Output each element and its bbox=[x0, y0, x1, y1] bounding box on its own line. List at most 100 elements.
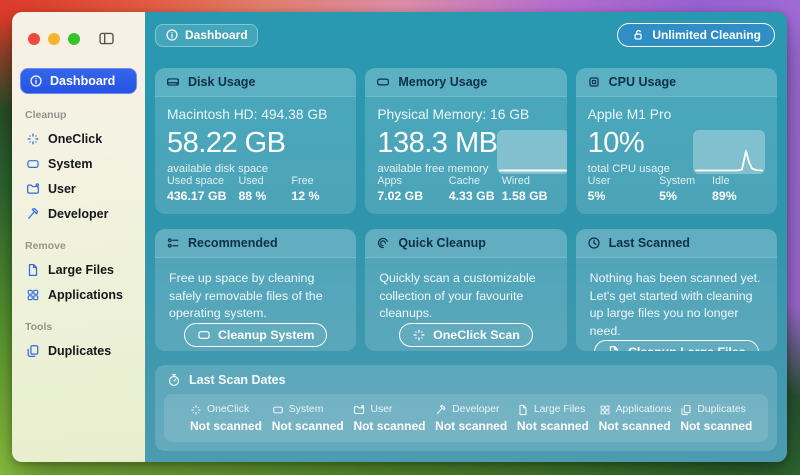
scan-item-applications: Applications Not scanned bbox=[599, 404, 681, 433]
scan-status: Not scanned bbox=[598, 418, 671, 433]
sparkle-icon bbox=[26, 132, 40, 146]
page-title-badge: Dashboard bbox=[155, 23, 258, 47]
close-window-button[interactable] bbox=[28, 32, 40, 45]
memory-icon bbox=[376, 75, 390, 89]
cpu-caption: total CPU usage bbox=[587, 162, 670, 175]
sidebar-nav: Dashboard Cleanup OneClick System User D… bbox=[12, 47, 145, 362]
sidebar-item-label: Large Files bbox=[48, 263, 114, 277]
sparkle-icon bbox=[412, 328, 426, 342]
sidebar-section-tools: Tools bbox=[25, 321, 53, 333]
cleanup-large-files-button[interactable]: Cleanup Large Files bbox=[593, 340, 759, 351]
memory-stat: Cache 4.33 GB bbox=[448, 175, 495, 203]
sidebar-section-remove: Remove bbox=[25, 240, 66, 252]
app-window: Dashboard Cleanup OneClick System User D… bbox=[12, 12, 787, 462]
sidebar-item-applications[interactable]: Applications bbox=[20, 284, 137, 306]
info-icon bbox=[165, 28, 179, 42]
unlimited-cleaning-button[interactable]: Unlimited Cleaning bbox=[617, 23, 775, 47]
cpu-graph bbox=[692, 130, 765, 174]
scan-item-oneclick: OneClick Not scanned bbox=[190, 404, 272, 433]
unlimited-cleaning-label: Unlimited Cleaning bbox=[652, 28, 761, 42]
sidebar-toggle-icon[interactable] bbox=[98, 30, 115, 47]
card-title: Recommended bbox=[188, 236, 278, 250]
cpu-usage-card: CPU Usage Apple M1 Pro 10% total CPU usa… bbox=[575, 68, 777, 214]
cpu-subtitle: Apple M1 Pro bbox=[587, 107, 672, 122]
scan-item-duplicates: Duplicates Not scanned bbox=[680, 404, 762, 433]
cpu-stat: System 5% bbox=[659, 175, 696, 203]
lock-open-icon bbox=[631, 28, 645, 42]
cleanup-system-button[interactable]: Cleanup System bbox=[183, 322, 328, 347]
clock-icon bbox=[587, 236, 601, 250]
app-grid-icon bbox=[26, 288, 40, 302]
sidebar-item-user[interactable]: User bbox=[20, 178, 137, 200]
swirl-icon bbox=[376, 236, 390, 250]
scan-status: Not scanned bbox=[435, 418, 508, 433]
sidebar-item-label: Duplicates bbox=[48, 344, 112, 358]
duplicates-icon bbox=[680, 404, 692, 416]
cpu-stat: Idle 89% bbox=[712, 175, 737, 203]
memory-usage-card: Memory Usage Physical Memory: 16 GB 138.… bbox=[365, 68, 567, 214]
disk-caption: available disk space bbox=[167, 162, 269, 175]
scan-status: Not scanned bbox=[680, 418, 753, 433]
main-content: Dashboard Unlimited Cleaning Disk Usage … bbox=[145, 12, 787, 462]
window-titlebar bbox=[12, 26, 145, 47]
file-icon bbox=[26, 263, 40, 277]
quick-cleanup-card: Quick Cleanup Quickly scan a customizabl… bbox=[365, 229, 567, 351]
memory-free-value: 138.3 MB bbox=[377, 127, 498, 159]
sidebar-item-oneclick[interactable]: OneClick bbox=[20, 128, 137, 150]
memory-stat: Wired 1.58 GB bbox=[501, 175, 548, 203]
user-folder-icon bbox=[26, 182, 40, 196]
sidebar-item-label: Applications bbox=[48, 288, 124, 302]
duplicates-icon bbox=[26, 344, 40, 358]
oneclick-scan-button[interactable]: OneClick Scan bbox=[399, 322, 533, 347]
drive-icon bbox=[166, 75, 180, 89]
sparkle-icon bbox=[190, 404, 202, 416]
memory-graph bbox=[497, 130, 567, 174]
sidebar-section-cleanup: Cleanup bbox=[25, 109, 67, 121]
sidebar-item-large-files[interactable]: Large Files bbox=[20, 259, 137, 281]
scan-status: Not scanned bbox=[516, 418, 589, 433]
memory-caption: available free memory bbox=[377, 162, 489, 175]
hammer-icon bbox=[26, 207, 40, 221]
disk-stat: Used 88 % bbox=[238, 175, 267, 203]
sidebar-item-label: Dashboard bbox=[50, 74, 116, 88]
sidebar-item-system[interactable]: System bbox=[20, 153, 137, 175]
minimize-window-button[interactable] bbox=[48, 32, 60, 45]
stopwatch-icon bbox=[167, 373, 181, 387]
scan-item-large-files: Large Files Not scanned bbox=[517, 404, 599, 433]
disk-stat: Free 12 % bbox=[291, 175, 320, 203]
memory-subtitle: Physical Memory: 16 GB bbox=[377, 107, 530, 122]
display-icon bbox=[272, 404, 284, 416]
list-icon bbox=[166, 236, 180, 250]
sidebar: Dashboard Cleanup OneClick System User D… bbox=[12, 12, 145, 462]
app-grid-icon bbox=[599, 404, 611, 416]
zoom-window-button[interactable] bbox=[68, 32, 80, 45]
cpu-stat: User 5% bbox=[587, 175, 611, 203]
page-title: Dashboard bbox=[185, 28, 248, 42]
card-title: Disk Usage bbox=[188, 75, 256, 89]
scan-status: Not scanned bbox=[353, 418, 426, 433]
card-title: Last Scan Dates bbox=[189, 373, 286, 387]
sidebar-item-label: OneClick bbox=[48, 132, 103, 146]
disk-free-value: 58.22 GB bbox=[167, 127, 286, 159]
recommended-card: Recommended Free up space by cleaning sa… bbox=[155, 229, 357, 351]
sidebar-item-dashboard[interactable]: Dashboard bbox=[20, 68, 137, 94]
last-scanned-text: Nothing has been scanned yet. Let's get … bbox=[589, 271, 761, 338]
sidebar-item-duplicates[interactable]: Duplicates bbox=[20, 340, 137, 362]
disk-stat: Used space 436.17 GB bbox=[167, 175, 227, 203]
user-folder-icon bbox=[353, 404, 365, 416]
cpu-icon bbox=[587, 75, 601, 89]
display-icon bbox=[197, 328, 211, 342]
scan-item-developer: Developer Not scanned bbox=[435, 404, 517, 433]
last-scan-dates-card: Last Scan Dates OneClick Not scanned Sys… bbox=[155, 365, 777, 451]
sidebar-item-developer[interactable]: Developer bbox=[20, 203, 137, 225]
sidebar-item-label: User bbox=[48, 182, 76, 196]
main-header: Dashboard Unlimited Cleaning bbox=[155, 21, 777, 49]
file-icon bbox=[607, 345, 621, 351]
disk-usage-card: Disk Usage Macintosh HD: 494.38 GB 58.22… bbox=[155, 68, 357, 214]
usage-cards-row: Disk Usage Macintosh HD: 494.38 GB 58.22… bbox=[155, 68, 777, 214]
action-cards-row: Recommended Free up space by cleaning sa… bbox=[155, 229, 777, 351]
file-icon bbox=[517, 404, 529, 416]
cpu-usage-value: 10% bbox=[587, 127, 645, 159]
card-title: Quick Cleanup bbox=[398, 236, 486, 250]
scan-status: Not scanned bbox=[190, 418, 263, 433]
